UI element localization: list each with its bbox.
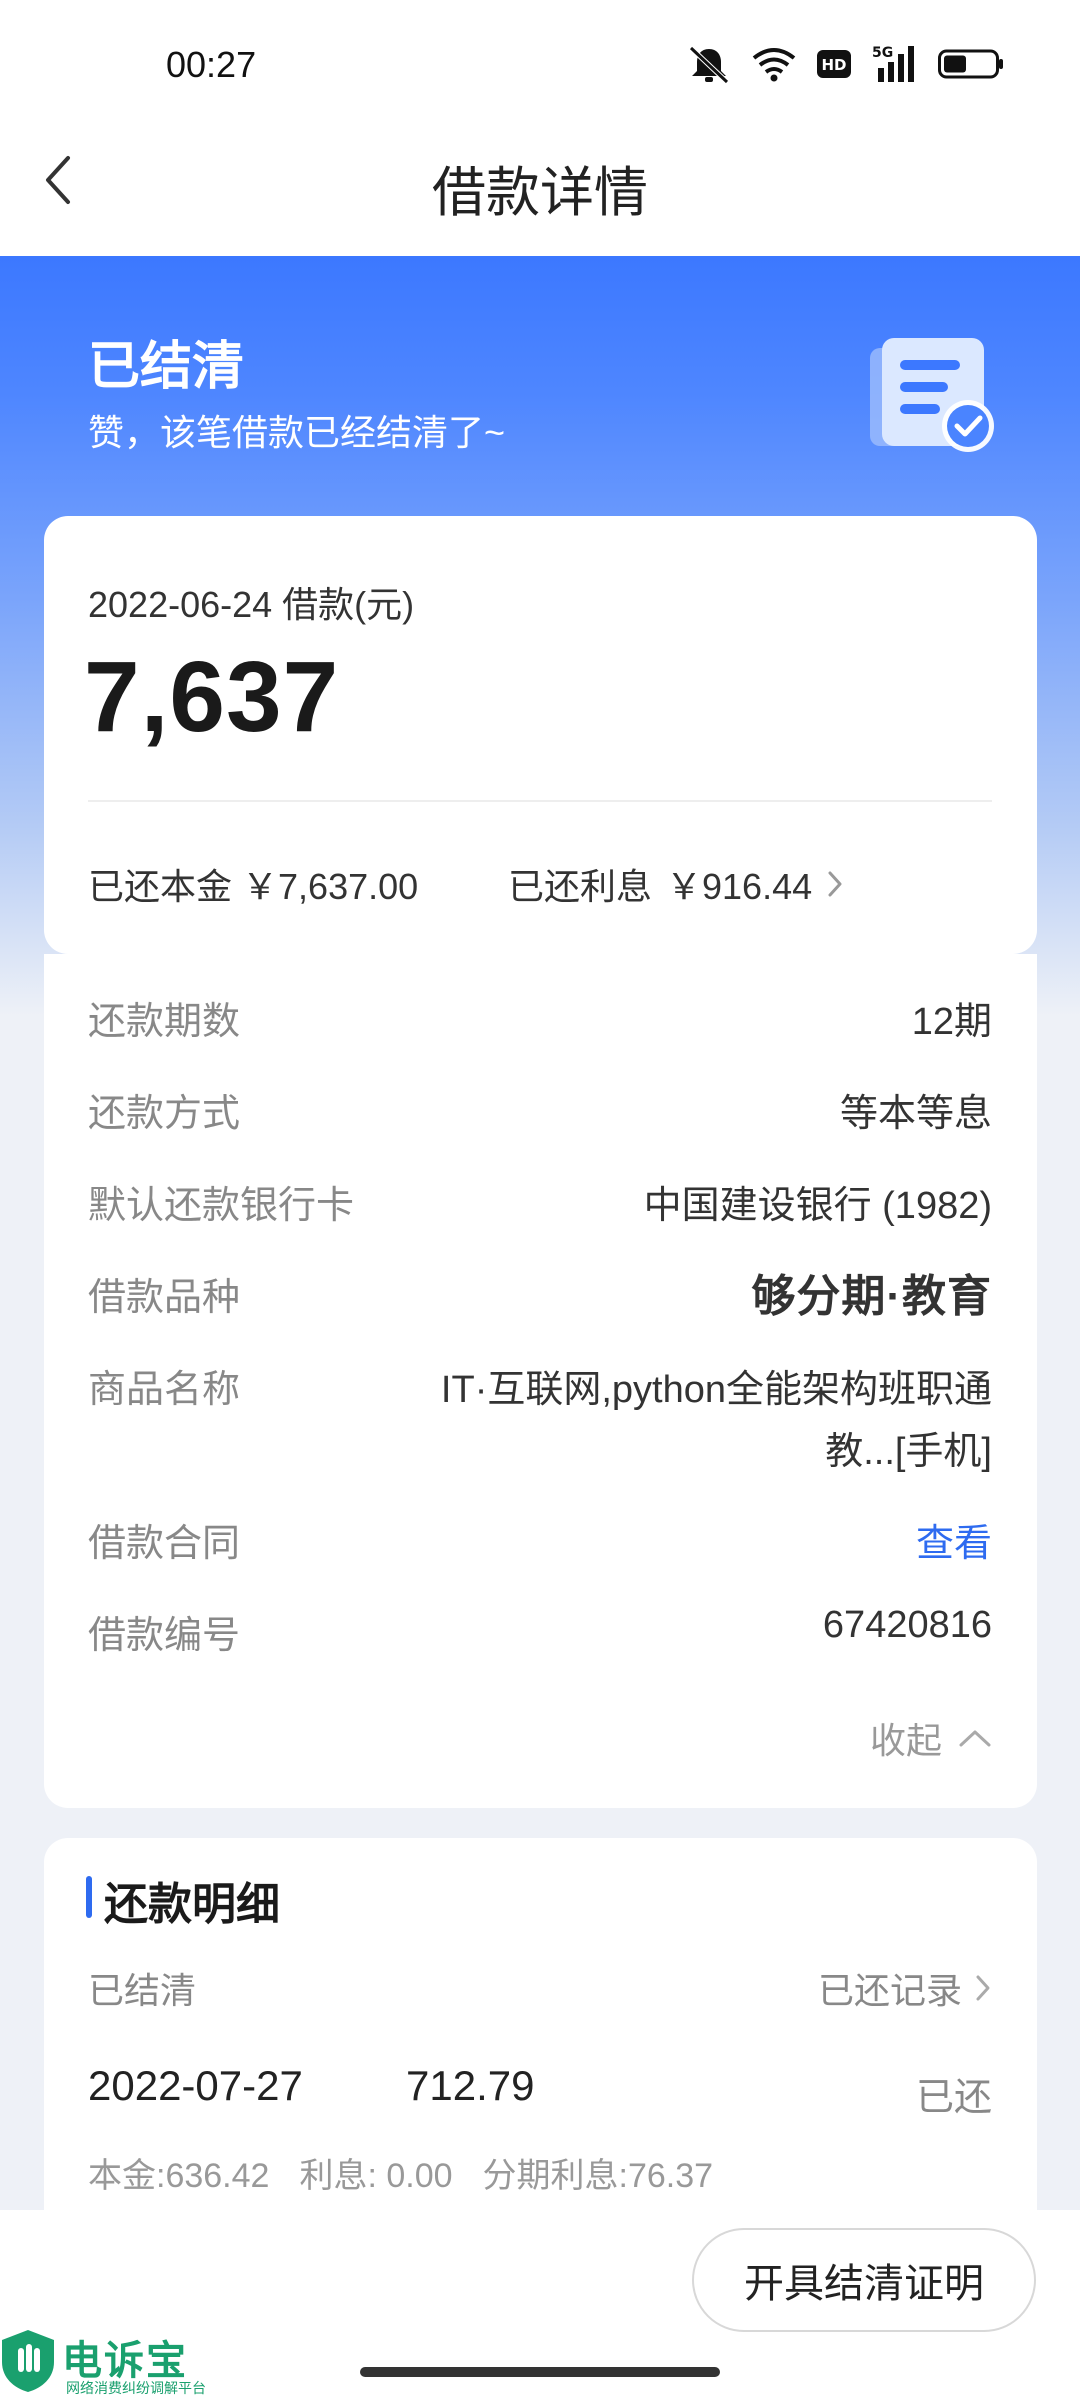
section-accent-bar [86,1876,92,1918]
repaid-interest-value: ￥916.44 [666,866,813,907]
status-time: 00:27 [166,44,257,85]
detail-value-goods-name-line1: IT·互联网,python全能架构班职通 [440,1369,992,1411]
repayment-amount: 712.79 [406,2062,535,2109]
shield-logo-icon [2,2330,54,2392]
detail-label-loan-number: 借款编号 [88,1615,241,1657]
watermark: 电诉宝 网络消费纠纷调解平台 [0,2328,220,2398]
detail-value-periods: 12期 [911,1001,992,1043]
repaid-principal: 已还本金 ￥7,637.00 [88,858,418,910]
chevron-right-icon [828,871,842,897]
battery-icon [938,49,1003,79]
home-indicator[interactable] [360,2367,720,2377]
page-title: 借款详情 [432,163,648,223]
detail-label-method: 还款方式 [88,1093,241,1135]
mute-icon [689,46,729,84]
detail-value-product-type: 够分期·教育 [751,1272,992,1321]
detail-value-method: 等本等息 [839,1093,992,1135]
detail-label-bank-card: 默认还款银行卡 [88,1185,355,1227]
repayment-status: 已结清 [88,1970,197,2011]
repayment-history-link[interactable]: 已还记录 [818,1962,992,2014]
repaid-interest-label: 已还利息 [508,866,653,907]
loan-date: 2022-06-24 借款(元) [88,584,415,625]
repayment-principal: 本金:636.42 [88,2157,270,2195]
repayment-date: 2022-07-27 [88,2062,303,2109]
repayment-interest: 利息: 0.00 [299,2157,453,2195]
repayment-breakdown: 本金:636.42 利息: 0.00 分期利息:76.37 [88,2148,713,2197]
repaid-interest-link[interactable]: 已还利息 ￥916.44 [508,858,844,910]
hd-icon: HD [817,50,851,78]
view-contract-link[interactable]: 查看 [916,1512,992,1567]
detail-value-loan-number: 67420816 [822,1604,992,1646]
repaid-principal-value: ￥7,637.00 [242,866,419,907]
detail-label-contract: 借款合同 [88,1523,241,1565]
loan-status: 已结清 [88,338,245,396]
repayment-history-label: 已还记录 [817,1970,962,2011]
collapse-button[interactable]: 收起 [870,1712,992,1764]
detail-value-bank-card: 中国建设银行 (1982) [643,1185,992,1227]
chevron-right-icon [976,1975,990,2001]
status-message: 赞，该笔借款已经结清了~ [88,412,506,453]
detail-label-goods-name: 商品名称 [88,1369,241,1411]
wifi-icon [752,48,796,82]
collapse-label: 收起 [869,1720,942,1761]
divider [88,800,992,802]
status-icons: HD 5G [686,44,1004,84]
loan-amount: 7,637 [84,641,340,753]
chevron-up-icon [959,1730,991,1747]
repaid-principal-label: 已还本金 [88,866,233,907]
watermark-subtitle: 网络消费纠纷调解平台 [66,2380,206,2396]
detail-value-goods-name-line2: 教...[手机] [825,1431,992,1473]
svg-text:5G: 5G [872,45,893,61]
svg-text:HD: HD [821,56,846,74]
document-check-icon [870,338,994,452]
issue-certificate-button[interactable]: 开具结清证明 [692,2228,1036,2332]
repayment-installment-interest: 分期利息:76.37 [482,2157,714,2195]
repayment-title: 还款明细 [104,1880,280,1929]
detail-label-periods: 还款期数 [88,1001,241,1043]
repayment-state: 已还 [915,2077,992,2119]
signal-5g-icon: 5G [872,45,914,82]
detail-label-product-type: 借款品种 [88,1277,241,1319]
